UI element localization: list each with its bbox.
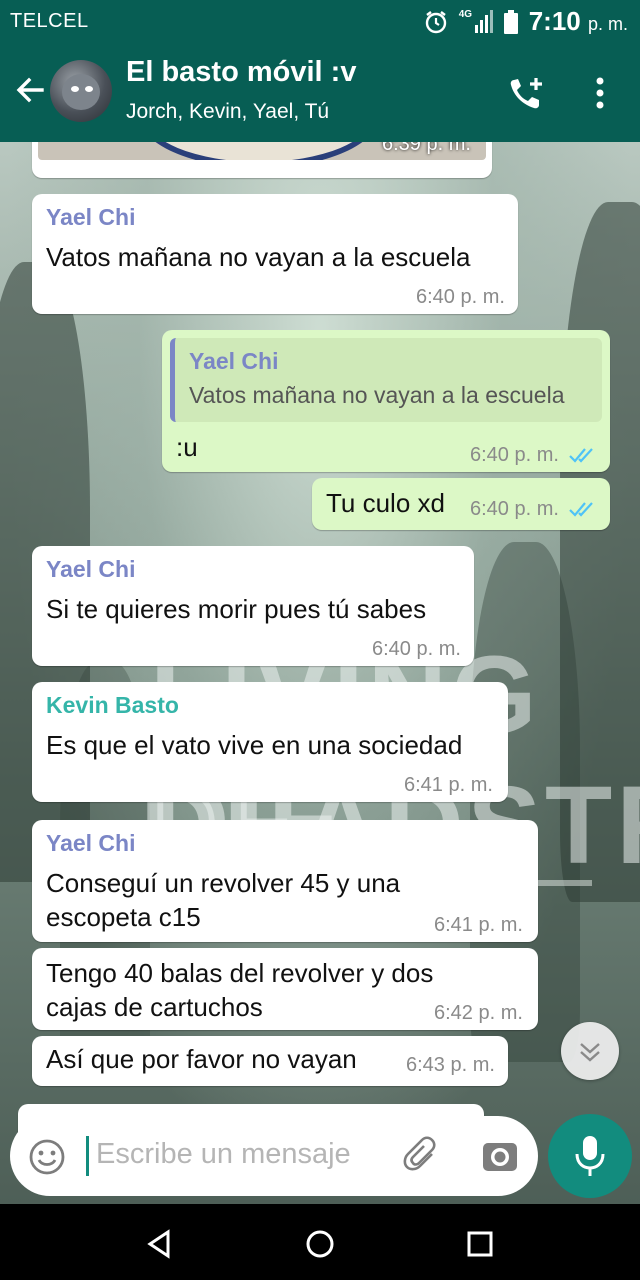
quoted-message[interactable]: Yael Chi Vatos mañana no vayan a la escu… [170,338,602,422]
attach-icon[interactable] [402,1136,442,1176]
mic-button[interactable] [548,1114,632,1198]
message-time: 6:41 p. m. [434,914,523,936]
message-text: Es que el vato vive en una sociedad [46,730,463,760]
read-receipt-icon [569,448,593,463]
message-time: 6:42 p. m. [434,1002,523,1024]
read-receipt-icon [569,502,593,517]
message-time: 6:40 p. m. [470,498,559,520]
incoming-message[interactable]: Kevin Basto Es que el vato vive en una s… [32,682,508,802]
carrier-label: TELCEL [10,10,89,32]
quoted-sender: Yael Chi [189,348,279,374]
sender-name: Yael Chi [46,556,136,582]
scroll-down-button[interactable] [561,1022,619,1080]
status-icons: 4G 7:10 p. m. [423,6,628,37]
nav-home-icon[interactable] [300,1224,340,1264]
battery-icon [503,9,518,34]
signal-icon: 4G [459,9,493,35]
outgoing-message[interactable]: Tu culo xd 6:40 p. m. [312,478,610,530]
message-time: 6:41 p. m. [404,774,493,796]
chat-area[interactable]: LIVING DIE DEADSTRD 6:39 p. m. Yael Chi … [0,142,640,1204]
status-time: 7:10 p. m. [528,6,628,36]
message-time: 6:40 p. m. [372,638,461,660]
message-text-line-1: Conseguí un revolver 45 y una [46,868,401,898]
incoming-message[interactable]: Yael Chi Vatos mañana no vayan a la escu… [32,194,518,314]
message-time: 6:39 p. m. [382,142,471,155]
text-cursor [86,1136,89,1176]
message-text: :u [176,432,198,462]
message-text: Así que por favor no vayan [46,1044,357,1074]
incoming-message[interactable]: Tengo 40 balas del revolver y dos cajas … [32,948,538,1030]
message-time: 6:40 p. m. [470,444,559,466]
add-call-icon[interactable] [506,74,546,114]
group-members[interactable]: Jorch, Kevin, Yael, Tú [126,100,329,124]
image-message[interactable]: 6:39 p. m. [32,142,492,178]
message-text: Vatos mañana no vayan a la escuela [46,242,471,272]
message-input[interactable]: Escribe un mensaje [96,1138,351,1171]
sender-name: Yael Chi [46,830,136,856]
mic-icon [575,1136,605,1176]
message-text: Tu culo xd [326,488,445,518]
message-time: 6:40 p. m. [416,286,505,308]
message-text: Si te quieres morir pues tú sabes [46,594,427,624]
camera-icon[interactable] [480,1136,520,1176]
chat-header: El basto móvil :v Jorch, Kevin, Yael, Tú [0,42,640,142]
quoted-text: Vatos mañana no vayan a la escuela [189,382,565,408]
system-nav-bar [0,1204,640,1280]
message-text-line-2: escopeta c15 [46,902,201,932]
more-vert-icon[interactable] [592,76,608,110]
status-bar: TELCEL 4G 7:10 p. m. [0,0,640,42]
group-title[interactable]: El basto móvil :v [126,56,356,89]
emoji-icon[interactable] [28,1138,66,1176]
sender-name: Yael Chi [46,204,136,230]
incoming-message[interactable]: Yael Chi Conseguí un revolver 45 y una e… [32,820,538,942]
message-text-line-1: Tengo 40 balas del revolver y dos [46,958,434,988]
message-composer[interactable]: Escribe un mensaje [10,1116,538,1196]
message-text-line-2: cajas de cartuchos [46,992,263,1022]
scroll-down-icon [580,1043,600,1062]
message-time: 6:43 p. m. [406,1054,495,1076]
group-avatar[interactable] [50,60,112,122]
nav-recents-icon[interactable] [460,1224,500,1264]
back-arrow-icon[interactable] [12,72,48,108]
sender-name: Kevin Basto [46,692,179,718]
incoming-message[interactable]: Yael Chi Si te quieres morir pues tú sab… [32,546,474,666]
outgoing-reply-message[interactable]: Yael Chi Vatos mañana no vayan a la escu… [162,330,610,472]
incoming-message[interactable]: Así que por favor no vayan 6:43 p. m. [32,1036,508,1086]
alarm-icon [425,10,446,33]
nav-back-icon[interactable] [140,1224,180,1264]
